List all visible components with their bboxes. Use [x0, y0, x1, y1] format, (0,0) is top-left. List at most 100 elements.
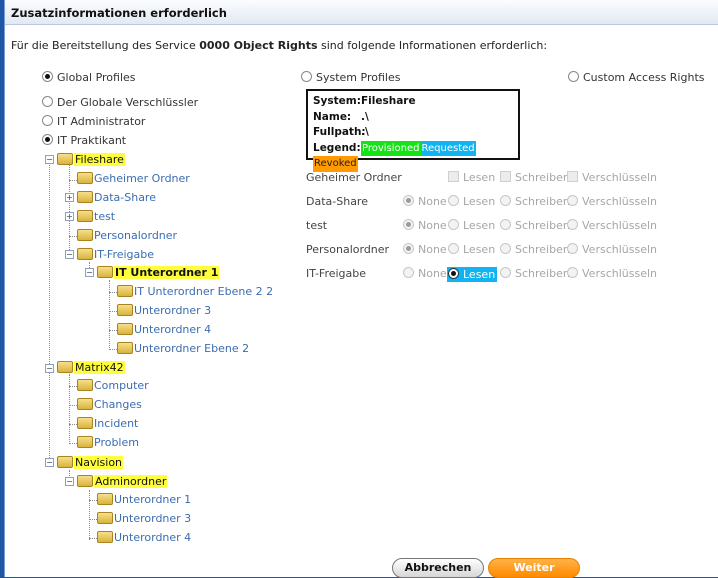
- checkbox-icon: [500, 171, 511, 182]
- tree-node[interactable]: Personalordner: [77, 229, 177, 243]
- profile-option[interactable]: Der Globale Verschlüssler: [42, 96, 198, 109]
- profile-option[interactable]: IT Administrator: [42, 115, 145, 128]
- radio-schreiben[interactable]: Schreiben: [500, 243, 570, 256]
- permission-folder-label: Personalordner: [306, 243, 390, 256]
- tree-node-label: Unterordner 4: [114, 531, 192, 544]
- profile-label: IT Administrator: [57, 115, 146, 128]
- system-profiles-label: System Profiles: [316, 71, 401, 84]
- radio-verschluesseln[interactable]: Verschlüsseln: [567, 195, 657, 208]
- info-box: System:Fileshare Name: .\ Fullpath:.\ Leg…: [306, 89, 520, 172]
- tree-node-label: Unterordner 4: [134, 323, 212, 336]
- tree-node[interactable]: Computer: [77, 379, 149, 393]
- collapse-icon[interactable]: −: [65, 477, 74, 486]
- folder-icon: [117, 285, 133, 297]
- radio-custom-access-rights[interactable]: Custom Access Rights: [568, 71, 705, 84]
- option-label: Schreiben: [515, 267, 570, 280]
- option-label: Verschlüsseln: [582, 267, 657, 280]
- radio-lesen[interactable]: Lesen: [448, 243, 495, 256]
- tree-node-label: Adminordner: [94, 475, 168, 488]
- collapse-icon[interactable]: −: [45, 458, 54, 467]
- radio-button-icon: [567, 243, 578, 254]
- tree-node[interactable]: test: [77, 210, 115, 224]
- tree-node-matrix42[interactable]: Matrix42: [57, 361, 125, 375]
- tree-node-label: Unterordner Ebene 2: [134, 342, 250, 355]
- collapse-icon[interactable]: −: [65, 250, 74, 259]
- option-label: None: [418, 195, 447, 208]
- tree-node-adminordner[interactable]: Adminordner: [77, 475, 168, 489]
- folder-icon: [77, 248, 93, 260]
- radio-button-icon: [448, 219, 459, 230]
- option-label: None: [418, 219, 447, 232]
- tree-node-label: Incident: [94, 417, 139, 430]
- radio-verschluesseln[interactable]: Verschlüsseln: [567, 267, 657, 280]
- option-label: Lesen: [463, 195, 496, 208]
- tree-node[interactable]: Unterordner Ebene 2: [117, 342, 249, 356]
- expand-icon[interactable]: +: [65, 212, 74, 221]
- radio-schreiben[interactable]: Schreiben: [500, 219, 570, 232]
- radio-lesen[interactable]: Lesen: [448, 219, 495, 232]
- radio-none[interactable]: None: [403, 195, 447, 208]
- radio-none[interactable]: None: [403, 243, 447, 256]
- expand-icon[interactable]: +: [65, 193, 74, 202]
- radio-none[interactable]: None: [403, 219, 447, 232]
- checkbox-lesen[interactable]: Lesen: [448, 171, 495, 184]
- collapse-icon[interactable]: −: [45, 364, 54, 373]
- cancel-button[interactable]: Abbrechen: [392, 558, 484, 578]
- collapse-icon[interactable]: −: [85, 268, 94, 277]
- radio-lesen[interactable]: Lesen: [448, 195, 495, 208]
- folder-icon: [77, 172, 93, 184]
- tree-node-label: Unterordner 1: [114, 493, 192, 506]
- option-label: Schreiben: [515, 195, 570, 208]
- radio-button-icon: [448, 268, 459, 279]
- tree-node-selected[interactable]: IT Unterordner 1: [97, 266, 220, 280]
- system-value: Fileshare: [361, 95, 416, 107]
- option-label: Schreiben: [515, 243, 570, 256]
- tree-node[interactable]: Problem: [77, 436, 139, 450]
- checkbox-verschluesseln[interactable]: Verschlüsseln: [567, 171, 657, 184]
- radio-schreiben[interactable]: Schreiben: [500, 267, 570, 280]
- folder-icon: [77, 475, 93, 487]
- tree-node[interactable]: IT Unterordner Ebene 2 2: [117, 285, 273, 299]
- folder-icon: [77, 379, 93, 391]
- radio-verschluesseln[interactable]: Verschlüsseln: [567, 243, 657, 256]
- tree-node[interactable]: Geheimer Ordner: [77, 172, 190, 186]
- radio-button-icon: [500, 195, 511, 206]
- next-button[interactable]: Weiter: [488, 558, 580, 578]
- option-label: Lesen: [463, 171, 496, 184]
- radio-global-profiles[interactable]: Global Profiles: [42, 71, 136, 84]
- radio-none[interactable]: None: [403, 267, 447, 280]
- option-label: Lesen: [463, 268, 496, 281]
- name-label: Name:: [313, 110, 352, 123]
- radio-lesen-requested[interactable]: Lesen: [447, 267, 498, 282]
- tree-node[interactable]: Unterordner 4: [117, 323, 211, 337]
- radio-button-icon: [403, 219, 414, 230]
- profile-option[interactable]: IT Praktikant: [42, 134, 126, 147]
- radio-verschluesseln[interactable]: Verschlüsseln: [567, 219, 657, 232]
- radio-system-profiles[interactable]: System Profiles: [301, 71, 400, 84]
- permission-folder-label: Data-Share: [306, 195, 368, 208]
- radio-schreiben[interactable]: Schreiben: [500, 195, 570, 208]
- service-name: 0000 Object Rights: [199, 39, 318, 52]
- system-label: System:: [313, 95, 361, 107]
- tree-node-navision[interactable]: Navision: [57, 456, 124, 470]
- radio-button-icon: [500, 267, 511, 278]
- fullpath-value: .\: [361, 126, 369, 138]
- tree-node[interactable]: Data-Share: [77, 191, 156, 205]
- tree-node-label: Problem: [94, 436, 139, 449]
- option-label: None: [418, 243, 447, 256]
- tree-node[interactable]: Unterordner 4: [97, 531, 191, 545]
- tree-node[interactable]: Unterordner 1: [97, 493, 191, 507]
- tree-node[interactable]: Incident: [77, 417, 138, 431]
- permission-folder-label: IT-Freigabe: [306, 267, 367, 280]
- option-label: Schreiben: [515, 219, 570, 232]
- tree-node[interactable]: Changes: [77, 398, 142, 412]
- folder-icon: [97, 512, 113, 524]
- tree-node-fileshare[interactable]: Fileshare: [57, 153, 125, 167]
- tree-node[interactable]: Unterordner 3: [97, 512, 191, 526]
- name-value: .\: [361, 110, 369, 123]
- tree-node[interactable]: Unterordner 3: [117, 304, 211, 318]
- collapse-icon[interactable]: −: [45, 155, 54, 164]
- checkbox-schreiben[interactable]: Schreiben: [500, 171, 570, 184]
- folder-icon: [77, 417, 93, 429]
- tree-node[interactable]: IT-Freigabe: [77, 248, 154, 262]
